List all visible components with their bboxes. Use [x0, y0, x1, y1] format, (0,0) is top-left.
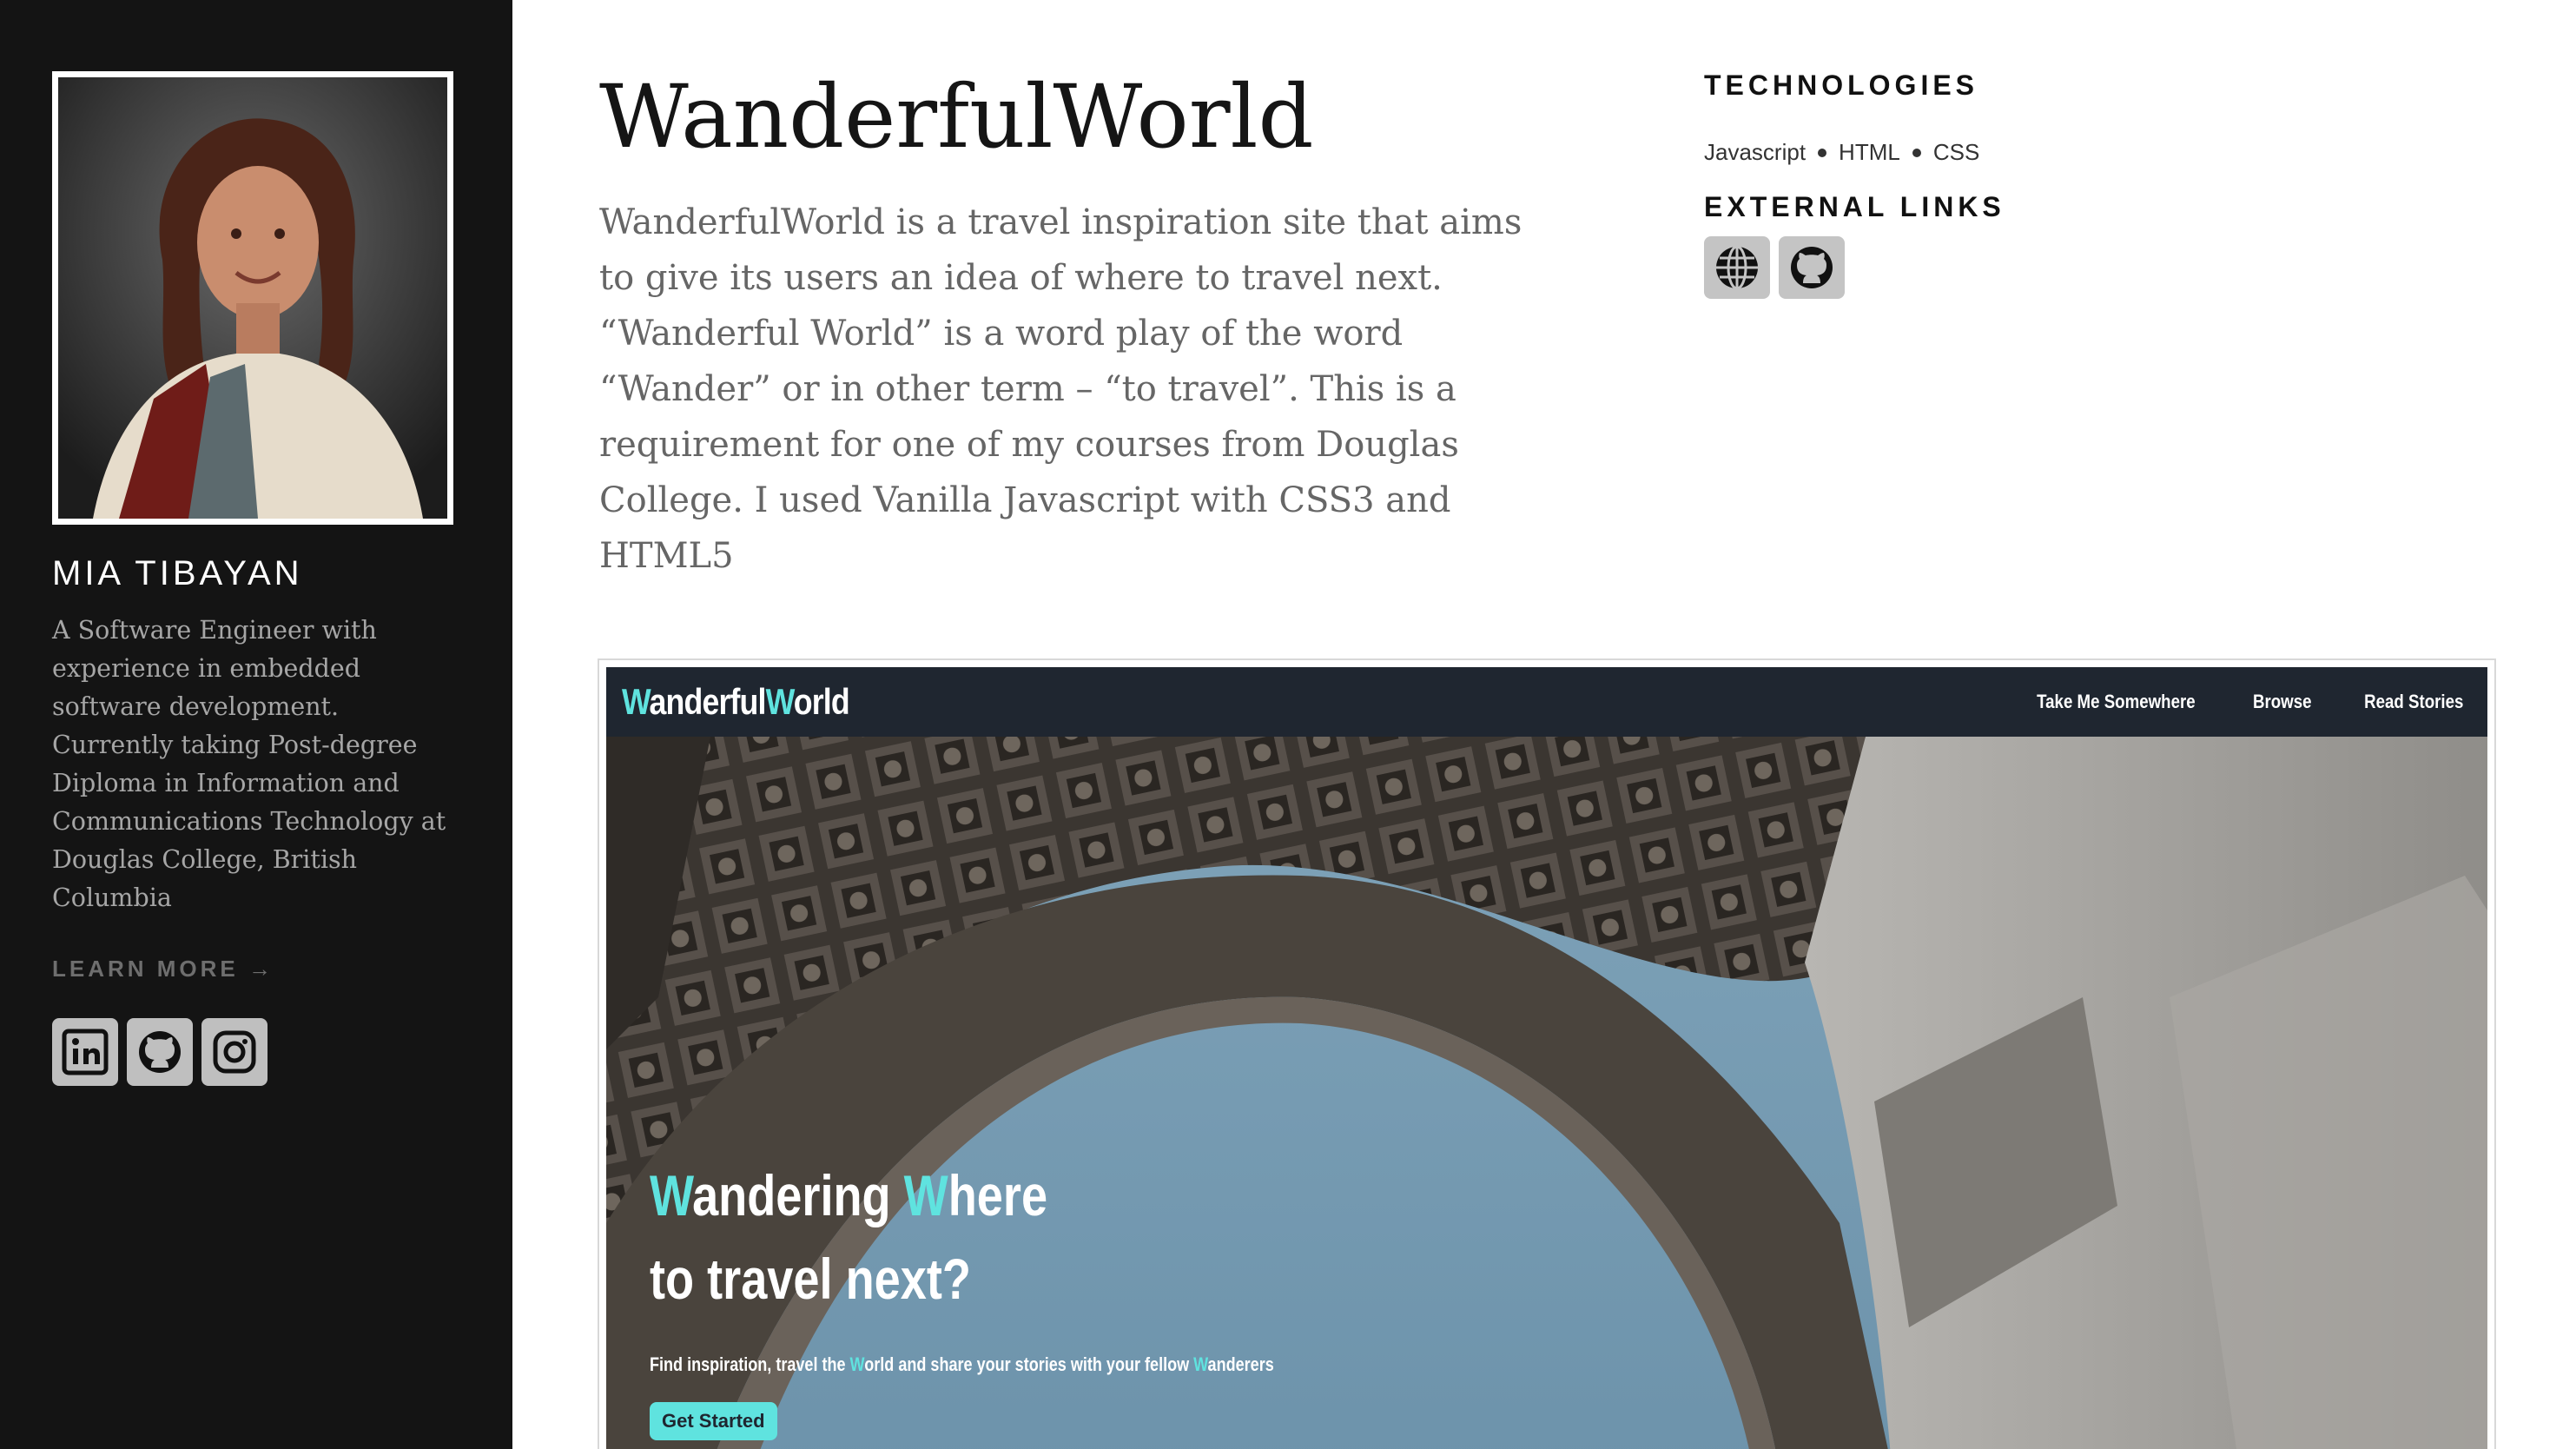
bullet-dot: [1818, 148, 1827, 157]
github-repo-button[interactable]: [1779, 236, 1845, 299]
author-portrait-image: [58, 77, 447, 519]
sidebar: MIA TIBAYAN A Software Engineer with exp…: [0, 0, 512, 1449]
tech-item: HTML: [1839, 139, 1900, 165]
preview-hero: Wandering Where to travel next? Find ins…: [606, 737, 2487, 1449]
social-links: [52, 1018, 268, 1086]
bullet-dot: [1912, 148, 1921, 157]
preview-get-started-button: Get Started: [650, 1402, 777, 1440]
arc-de-triomphe-image: [606, 737, 2487, 1449]
project-title: WanderfulWorld: [599, 66, 1314, 168]
preview-hero-subtitle: Find inspiration, travel the World and s…: [650, 1353, 1274, 1375]
project-screenshot: WanderfulWorld Take Me Somewhere Browse …: [598, 658, 2496, 1449]
preview-nav-browse: Browse: [2252, 691, 2312, 712]
preview-nav-take-me-somewhere: Take Me Somewhere: [2037, 691, 2196, 712]
preview-logo: WanderfulWorld: [622, 681, 850, 722]
github-icon: [139, 1031, 181, 1073]
external-links: [1704, 236, 1845, 299]
technologies-list: Javascript HTML CSS: [1704, 139, 1979, 166]
website-link-button[interactable]: [1704, 236, 1770, 299]
tech-item: CSS: [1932, 139, 1980, 165]
github-button[interactable]: [127, 1018, 193, 1086]
learn-more-link[interactable]: LEARN MORE →: [52, 956, 274, 983]
github-icon: [1791, 247, 1833, 288]
preview-viewport: WanderfulWorld Take Me Somewhere Browse …: [606, 667, 2487, 1449]
project-description: WanderfulWorld is a travel inspiration s…: [599, 202, 1522, 576]
linkedin-button[interactable]: [52, 1018, 118, 1086]
technologies-heading: TECHNOLOGIES: [1704, 69, 1979, 101]
linkedin-icon: [62, 1029, 109, 1075]
instagram-button[interactable]: [201, 1018, 268, 1086]
preview-hero-title: Wandering Where to travel next?: [650, 1163, 1048, 1311]
author-name: MIA TIBAYAN: [52, 554, 303, 592]
author-bio: A Software Engineer with experience in e…: [52, 616, 446, 912]
preview-nav-menu: Take Me Somewhere Browse Read Stories: [2023, 691, 2472, 713]
tech-item: Javascript: [1704, 139, 1807, 165]
preview-navbar: WanderfulWorld Take Me Somewhere Browse …: [606, 667, 2487, 737]
globe-icon: [1716, 245, 1758, 290]
avatar: [52, 71, 453, 525]
instagram-icon: [213, 1030, 256, 1074]
preview-nav-read-stories: Read Stories: [2363, 691, 2463, 712]
external-links-heading: EXTERNAL LINKS: [1704, 191, 2005, 222]
